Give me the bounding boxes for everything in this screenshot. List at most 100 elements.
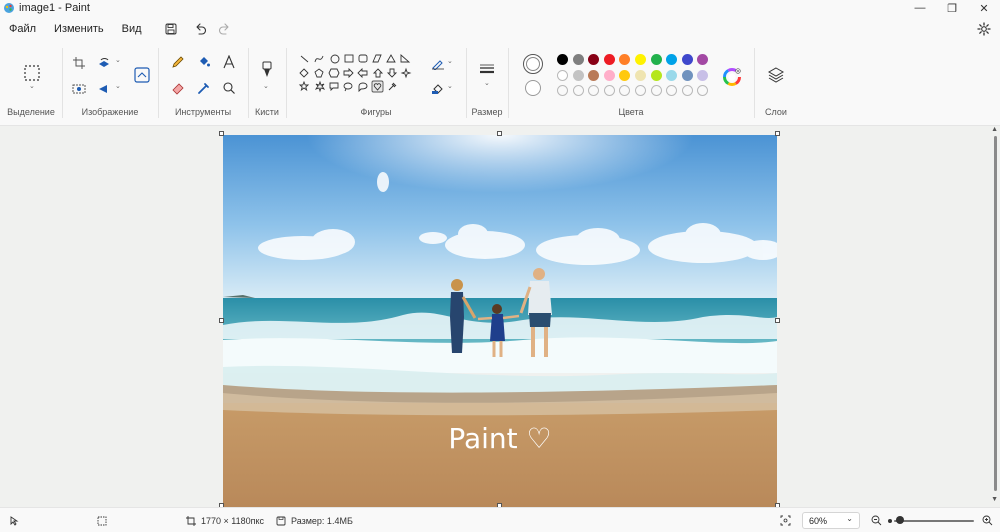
menu-view[interactable]: Вид (113, 23, 151, 35)
color-swatch[interactable] (635, 54, 646, 65)
canvas[interactable]: Paint ♡ (223, 135, 777, 507)
custom-color-slot[interactable] (603, 85, 615, 96)
text-button[interactable] (220, 53, 238, 71)
color-1-selector[interactable] (523, 54, 543, 74)
fill-chevron-icon[interactable]: ⌄ (447, 82, 453, 90)
resize-handle-left[interactable] (219, 318, 224, 323)
custom-color-slot[interactable] (650, 85, 662, 96)
save-icon (165, 23, 177, 35)
layers-button[interactable] (767, 66, 785, 84)
color-swatch[interactable] (697, 69, 709, 81)
window-title: image1 - Paint (19, 2, 90, 14)
flip-dropdown-chevron-icon[interactable]: ⌄ (115, 82, 121, 90)
resize-handle-tr[interactable] (775, 131, 780, 136)
outline-button[interactable] (429, 55, 447, 73)
rotate-dropdown-chevron-icon[interactable]: ⌄ (115, 56, 121, 64)
color-swatch[interactable] (681, 69, 693, 81)
pencil-button[interactable] (169, 53, 187, 71)
cursor-icon (10, 515, 19, 526)
magnifier-button[interactable] (220, 79, 238, 97)
color-swatch[interactable] (557, 69, 568, 81)
brushes-button[interactable] (258, 60, 276, 80)
color-swatch[interactable] (619, 69, 631, 81)
menu-edit[interactable]: Изменить (45, 23, 113, 35)
resize-handle-tl[interactable] (219, 131, 224, 136)
vertical-scrollbar-thumb[interactable] (994, 136, 997, 491)
zoom-dropdown[interactable]: 60% ⌄ (802, 512, 860, 529)
select-tool-button[interactable] (21, 62, 43, 84)
zoom-out-button[interactable] (871, 508, 882, 532)
stroke-size-button[interactable] (478, 60, 496, 78)
crop-button[interactable] (70, 54, 88, 72)
resize-handle-right[interactable] (775, 318, 780, 323)
eyedropper-icon (198, 83, 209, 94)
image-select-button[interactable] (70, 80, 88, 98)
custom-color-slot[interactable] (588, 85, 600, 96)
file-size-text: Размер: 1.4МБ (291, 515, 353, 526)
edit-colors-button[interactable] (722, 67, 742, 87)
color-picker-button[interactable] (195, 79, 213, 97)
color-swatch[interactable] (557, 54, 568, 65)
rotate-icon (99, 57, 109, 67)
custom-color-slot[interactable] (681, 85, 693, 96)
save-button[interactable] (159, 18, 183, 40)
color-swatch[interactable] (588, 69, 600, 81)
color-swatch[interactable] (603, 54, 615, 65)
zoom-in-button[interactable] (982, 508, 993, 532)
maximize-button[interactable]: ❐ (936, 0, 968, 16)
custom-color-slot[interactable] (619, 85, 631, 96)
selection-icon (97, 516, 107, 525)
undo-button[interactable] (189, 18, 213, 40)
window-controls: — ❐ ✕ (904, 0, 1000, 16)
color-swatch[interactable] (572, 54, 584, 65)
selection-size (97, 508, 107, 532)
fill-shape-button[interactable] (429, 80, 447, 98)
scroll-down-icon[interactable]: ▼ (991, 496, 998, 503)
color-swatch[interactable] (619, 54, 631, 65)
color-swatch[interactable] (635, 69, 646, 81)
fit-screen-icon (780, 515, 791, 526)
close-button[interactable]: ✕ (968, 0, 1000, 16)
undo-icon (196, 23, 207, 35)
color-swatch[interactable] (650, 54, 662, 65)
shapes-gallery[interactable] (298, 52, 424, 100)
custom-color-slot[interactable] (572, 85, 584, 96)
color-wheel-icon (723, 68, 741, 86)
minimize-button[interactable]: — (904, 0, 936, 16)
eraser-button[interactable] (169, 79, 187, 97)
image-group: ⌄ ⌄ Изображение (62, 42, 158, 126)
custom-color-slot[interactable] (697, 85, 709, 96)
color-swatch[interactable] (681, 54, 693, 65)
zoom-slider-track[interactable] (894, 520, 974, 522)
color-swatch[interactable] (588, 54, 600, 65)
zoom-icon (223, 82, 235, 94)
flip-button[interactable] (95, 80, 113, 98)
brushes-chevron-icon[interactable]: ⌄ (263, 82, 269, 90)
menu-file[interactable]: Файл (0, 23, 45, 35)
outline-chevron-icon[interactable]: ⌄ (447, 57, 453, 65)
zoom-slider-thumb[interactable] (896, 516, 904, 524)
color-swatch[interactable] (650, 69, 662, 81)
color-swatch[interactable] (666, 54, 678, 65)
color-swatch[interactable] (603, 69, 615, 81)
scroll-up-icon[interactable]: ▲ (991, 126, 998, 133)
size-chevron-icon[interactable]: ⌄ (484, 79, 490, 87)
chevron-down-icon[interactable]: ⌄ (29, 82, 35, 90)
color-swatch[interactable] (572, 69, 584, 81)
resize-image-icon (134, 67, 150, 83)
custom-color-slot[interactable] (557, 85, 568, 96)
fill-button[interactable] (195, 53, 213, 71)
redo-button[interactable] (213, 18, 237, 40)
color-2-selector[interactable] (525, 80, 541, 96)
settings-button[interactable] (974, 19, 994, 39)
rotate-button[interactable] (95, 54, 113, 72)
custom-color-slot[interactable] (635, 85, 646, 96)
custom-color-slot[interactable] (666, 85, 678, 96)
color-swatch[interactable] (666, 69, 678, 81)
paint-bucket-icon (200, 57, 210, 67)
fit-to-window-button[interactable] (780, 508, 791, 532)
color-swatch[interactable] (697, 54, 709, 65)
canvas-size-icon (186, 515, 196, 526)
resize-button[interactable] (131, 64, 153, 86)
resize-handle-top[interactable] (497, 131, 502, 136)
